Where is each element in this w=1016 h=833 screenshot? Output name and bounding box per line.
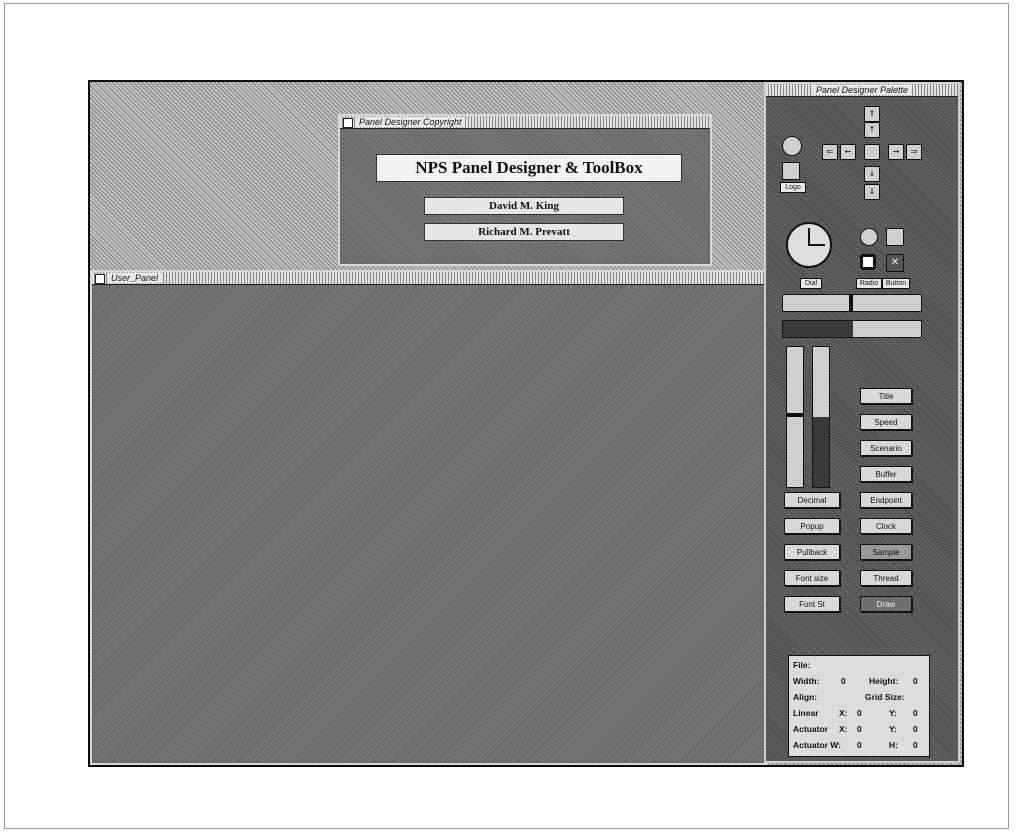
clock-button[interactable]: Clock xyxy=(860,518,912,534)
popup-button[interactable]: Popup xyxy=(784,518,840,534)
buffer-button[interactable]: Buffer xyxy=(860,466,912,482)
author-name-2: Richard M. Prevatt xyxy=(424,223,624,241)
endpoint-button[interactable]: Endpoint xyxy=(860,492,912,508)
sample-button[interactable]: Sample xyxy=(860,544,912,560)
properties-info-box: File: Width: 0 Height: 0 Align: Grid Siz… xyxy=(788,655,930,757)
user-panel-window[interactable]: User_Panel xyxy=(90,270,768,765)
actuator-2-label: Actuator W: xyxy=(793,740,842,750)
vertical-slider[interactable] xyxy=(786,346,804,488)
button-label: Button xyxy=(882,278,910,289)
linear-x-value: 0 xyxy=(857,708,862,718)
arrow-left-icon[interactable]: ← xyxy=(840,144,856,160)
actuator-1-x-value: 0 xyxy=(857,724,862,734)
actuator-1-x-label: X: xyxy=(839,724,848,734)
checkbox-icon[interactable]: ✕ xyxy=(886,254,904,272)
font-size-button[interactable]: Font size xyxy=(784,570,840,586)
arrow-right-double-icon[interactable]: ⇒ xyxy=(906,144,922,160)
user-panel-titlebar[interactable]: User_Panel xyxy=(92,272,766,285)
copyright-window-titlebar[interactable]: Panel Designer Copyright xyxy=(340,116,710,129)
radio-selected-icon[interactable] xyxy=(860,254,876,270)
pullback-button[interactable]: Pullback xyxy=(784,544,840,560)
vertical-progress-fill xyxy=(813,417,829,487)
logo-tool-icon[interactable] xyxy=(782,136,802,156)
arrow-center-icon[interactable] xyxy=(864,144,880,160)
logo-label: Logo xyxy=(780,182,806,193)
progress-fill xyxy=(783,321,853,337)
horizontal-slider[interactable] xyxy=(782,294,922,312)
radio-circle-icon[interactable] xyxy=(860,228,878,246)
horizontal-progress-bar[interactable] xyxy=(782,320,922,338)
radio-label: Radio xyxy=(856,278,882,289)
arrow-down-icon[interactable]: ↓ xyxy=(864,166,880,182)
height-label: Height: xyxy=(869,676,899,686)
arrow-up-icon[interactable]: ↑ xyxy=(864,122,880,138)
user-panel-canvas[interactable] xyxy=(94,286,764,761)
vertical-progress-bar[interactable] xyxy=(812,346,830,488)
width-value: 0 xyxy=(841,676,846,686)
dial-label: Dial xyxy=(800,278,822,289)
arrow-down-double-icon[interactable]: ⇓ xyxy=(864,184,880,200)
linear-y-value: 0 xyxy=(913,708,918,718)
arrow-up-double-icon[interactable]: ⇑ xyxy=(864,106,880,122)
grid-size-label: Grid Size: xyxy=(865,692,905,702)
linear-y-label: Y: xyxy=(889,708,897,718)
close-box-icon[interactable] xyxy=(343,117,353,128)
actuator-2-w-value: 0 xyxy=(857,740,862,750)
decimal-button[interactable]: Decimal xyxy=(784,492,840,508)
draw-button[interactable]: Draw xyxy=(860,596,912,612)
screen: Panel Designer Copyright NPS Panel Desig… xyxy=(88,80,964,767)
vertical-slider-thumb[interactable] xyxy=(787,413,803,417)
linear-label: Linear xyxy=(793,708,819,718)
file-label: File: xyxy=(793,660,811,670)
palette-window[interactable]: Panel Designer Palette ⇑ ↑ ⇐ ← → ⇒ ↓ ⇓ L… xyxy=(764,82,960,763)
actuator-2-h-value: 0 xyxy=(913,740,918,750)
width-label: Width: xyxy=(793,676,820,686)
button-square-icon[interactable] xyxy=(886,228,904,246)
palette-titlebar[interactable]: Panel Designer Palette xyxy=(766,84,958,97)
slider-thumb[interactable] xyxy=(849,295,853,311)
title-button[interactable]: Title xyxy=(860,388,912,404)
logo-tool-square-icon[interactable] xyxy=(782,162,800,180)
actuator-2-h-label: H: xyxy=(889,740,898,750)
copyright-window[interactable]: Panel Designer Copyright NPS Panel Desig… xyxy=(338,114,712,266)
actuator-1-y-label: Y: xyxy=(889,724,897,734)
user-panel-title: User_Panel xyxy=(108,273,162,283)
dial-icon[interactable] xyxy=(786,222,832,268)
palette-title: Panel Designer Palette xyxy=(812,85,912,95)
author-name-1: David M. King xyxy=(424,197,624,215)
product-banner: NPS Panel Designer & ToolBox xyxy=(376,154,682,182)
actuator-1-label: Actuator xyxy=(793,724,828,734)
speed-button[interactable]: Speed xyxy=(860,414,912,430)
palette-body: ⇑ ↑ ⇐ ← → ⇒ ↓ ⇓ Logo Dial ✕ Radio Button… xyxy=(768,98,956,759)
close-box-icon[interactable] xyxy=(95,273,105,284)
copyright-window-body: NPS Panel Designer & ToolBox David M. Ki… xyxy=(342,130,708,262)
arrow-right-icon[interactable]: → xyxy=(888,144,904,160)
linear-x-label: X: xyxy=(839,708,848,718)
scenario-button[interactable]: Scenario xyxy=(860,440,912,456)
height-value: 0 xyxy=(913,676,918,686)
thread-button[interactable]: Thread xyxy=(860,570,912,586)
dial-needle-h xyxy=(809,244,825,246)
font-style-button[interactable]: Font St xyxy=(784,596,840,612)
arrow-left-double-icon[interactable]: ⇐ xyxy=(822,144,838,160)
actuator-1-y-value: 0 xyxy=(913,724,918,734)
align-label: Align: xyxy=(793,692,818,702)
copyright-window-title: Panel Designer Copyright xyxy=(356,117,465,127)
